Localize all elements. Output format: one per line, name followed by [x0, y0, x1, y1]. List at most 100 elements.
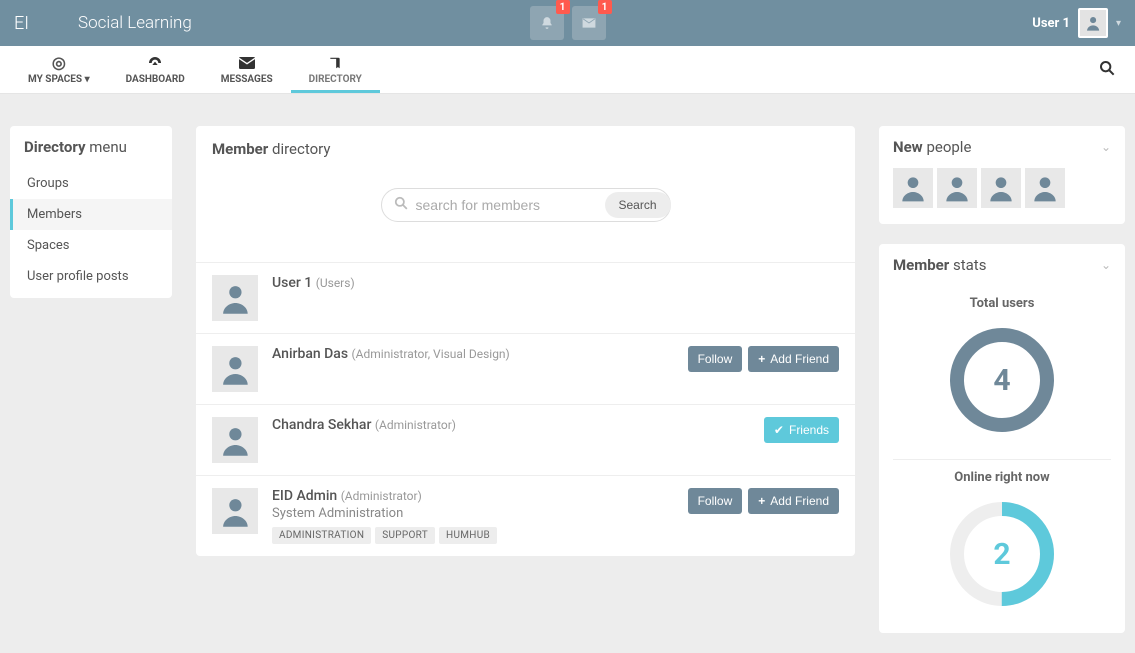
stats-strong: Member	[893, 256, 949, 274]
chevron-down-icon[interactable]: ⌄	[1101, 258, 1111, 272]
top-center-icons: 1 1	[530, 6, 606, 40]
search-wrap: Search	[196, 158, 855, 262]
member-name[interactable]: Anirban Das	[272, 346, 352, 362]
plus-icon: +	[758, 494, 765, 508]
total-users-value: 4	[947, 325, 1057, 435]
current-username: User 1	[1032, 16, 1070, 31]
envelope-icon	[582, 16, 596, 30]
online-now-value: 2	[947, 499, 1057, 609]
total-users-block: Total users 4	[879, 286, 1125, 459]
nav-messages-label: MESSAGES	[221, 74, 273, 85]
book-icon	[328, 55, 342, 71]
sidebar-panel: Directory menu GroupsMembersSpacesUser p…	[10, 126, 172, 298]
avatar[interactable]	[212, 417, 258, 463]
avatar[interactable]	[212, 346, 258, 392]
new-person-avatar[interactable]	[981, 168, 1021, 208]
member-row: Anirban Das (Administrator, Visual Desig…	[196, 333, 855, 404]
envelope-icon	[239, 55, 255, 71]
member-row: User 1 (Users)	[196, 262, 855, 333]
page-title: Member directory	[196, 126, 855, 158]
online-now-label: Online right now	[879, 470, 1125, 485]
member-name[interactable]: Chandra Sekhar	[272, 417, 375, 433]
member-info: User 1 (Users)	[272, 275, 825, 291]
new-people-title: New people ⌄	[879, 126, 1125, 168]
logo[interactable]: EI	[14, 13, 78, 34]
member-row: Chandra Sekhar (Administrator) ✔Friends	[196, 404, 855, 475]
page-title-light: directory	[272, 140, 330, 158]
nav-myspaces[interactable]: ◎ MY SPACES ▾	[10, 46, 108, 93]
navbar: ◎ MY SPACES ▾ DASHBOARD MESSAGES DIRECTO…	[0, 46, 1135, 94]
search-button[interactable]: Search	[605, 192, 671, 218]
new-person-avatar[interactable]	[1025, 168, 1065, 208]
messages-button[interactable]: 1	[572, 6, 606, 40]
online-now-ring: 2	[947, 499, 1057, 609]
tag[interactable]: SUPPORT	[375, 527, 435, 544]
nav-messages[interactable]: MESSAGES	[203, 46, 291, 93]
chevron-down-icon[interactable]: ⌄	[1101, 140, 1111, 154]
sidebar-title-light: menu	[89, 138, 127, 156]
avatar	[1078, 8, 1108, 38]
new-person-avatar[interactable]	[893, 168, 933, 208]
main-column: Member directory Search User 1 (Users) An…	[196, 126, 855, 556]
search-input[interactable]	[416, 197, 597, 213]
sidebar-title-strong: Directory	[24, 138, 86, 156]
notifications-button[interactable]: 1	[530, 6, 564, 40]
search-icon[interactable]	[1099, 60, 1115, 80]
avatar[interactable]	[212, 275, 258, 321]
stats-light: stats	[953, 256, 986, 274]
bell-icon	[540, 16, 554, 30]
check-icon: ✔	[774, 423, 784, 437]
tag[interactable]: HUMHUB	[439, 527, 497, 544]
member-tags: ADMINISTRATIONSUPPORTHUMHUB	[272, 527, 674, 544]
sidebar-item-groups[interactable]: Groups	[10, 168, 172, 199]
new-people-light: people	[926, 138, 971, 156]
member-actions: ✔Friends	[764, 417, 839, 443]
caret-down-icon: ▾	[1116, 18, 1121, 29]
user-menu[interactable]: User 1 ▾	[1032, 8, 1121, 38]
total-users-label: Total users	[879, 296, 1125, 311]
total-users-ring: 4	[947, 325, 1057, 435]
new-person-avatar[interactable]	[937, 168, 977, 208]
gauge-icon	[147, 55, 163, 71]
new-people-strong: New	[893, 138, 923, 156]
add-friend-button[interactable]: +Add Friend	[748, 488, 839, 514]
friends-button[interactable]: ✔Friends	[764, 417, 839, 443]
sidebar-title: Directory menu	[10, 126, 172, 168]
page-title-strong: Member	[212, 140, 268, 158]
member-name[interactable]: EID Admin	[272, 488, 341, 504]
page-container: Directory menu GroupsMembersSpacesUser p…	[0, 94, 1135, 653]
member-actions: Follow+Add Friend	[688, 488, 839, 514]
member-subtitle: System Administration	[272, 506, 674, 521]
target-icon: ◎	[52, 55, 66, 71]
member-meta: (Administrator, Visual Design)	[352, 347, 510, 361]
member-name[interactable]: User 1	[272, 275, 316, 291]
avatar[interactable]	[212, 488, 258, 534]
member-stats-title: Member stats ⌄	[879, 244, 1125, 286]
nav-dashboard[interactable]: DASHBOARD	[108, 46, 203, 93]
member-info: EID Admin (Administrator) System Administ…	[272, 488, 674, 544]
member-meta: (Administrator)	[375, 418, 456, 432]
nav-directory[interactable]: DIRECTORY	[291, 46, 380, 93]
new-people-panel: New people ⌄	[879, 126, 1125, 224]
plus-icon: +	[758, 352, 765, 366]
right-column: New people ⌄ Member stats ⌄ Total users …	[879, 126, 1125, 633]
user-icon	[1084, 14, 1102, 32]
online-now-block: Online right now 2	[879, 460, 1125, 633]
topbar: EI Social Learning 1 1 User 1 ▾	[0, 0, 1135, 46]
sidebar: Directory menu GroupsMembersSpacesUser p…	[10, 126, 172, 298]
follow-button[interactable]: Follow	[688, 488, 743, 514]
member-info: Anirban Das (Administrator, Visual Desig…	[272, 346, 674, 362]
follow-button[interactable]: Follow	[688, 346, 743, 372]
sidebar-item-spaces[interactable]: Spaces	[10, 230, 172, 261]
brand-title[interactable]: Social Learning	[78, 13, 192, 33]
member-meta: (Administrator)	[341, 489, 422, 503]
member-info: Chandra Sekhar (Administrator)	[272, 417, 750, 433]
member-actions: Follow+Add Friend	[688, 346, 839, 372]
sidebar-item-user-profile-posts[interactable]: User profile posts	[10, 261, 172, 298]
tag[interactable]: ADMINISTRATION	[272, 527, 371, 544]
member-stats-panel: Member stats ⌄ Total users 4 Online righ…	[879, 244, 1125, 633]
search-field: Search	[381, 188, 671, 222]
member-row: EID Admin (Administrator) System Administ…	[196, 475, 855, 556]
sidebar-item-members[interactable]: Members	[10, 199, 172, 230]
add-friend-button[interactable]: +Add Friend	[748, 346, 839, 372]
